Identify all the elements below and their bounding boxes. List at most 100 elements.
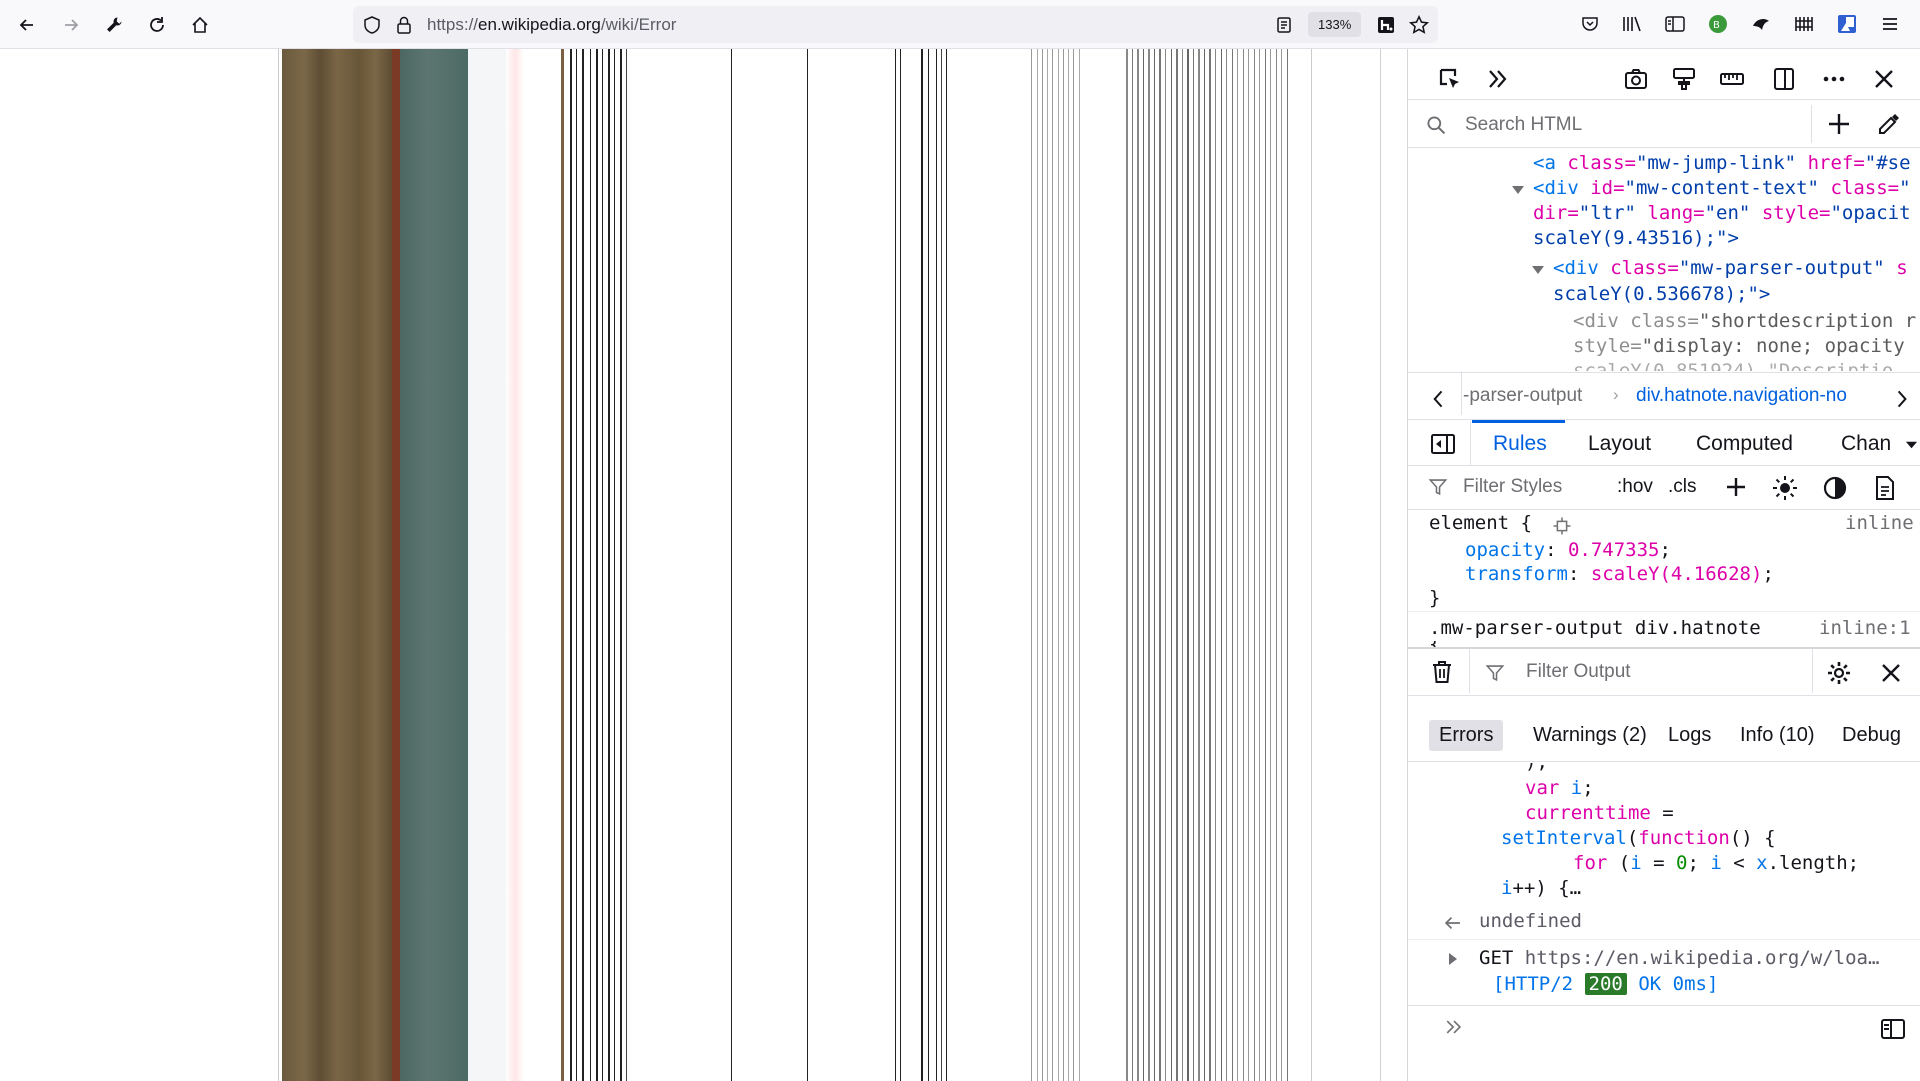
extension-grid-icon[interactable] <box>1792 12 1816 36</box>
screenshot-button[interactable] <box>1618 61 1654 97</box>
wrench-icon <box>107 17 122 32</box>
print-media-button[interactable] <box>1870 473 1900 503</box>
extension-green-badge-icon[interactable]: B <box>1706 12 1730 36</box>
rule-close: } <box>1429 587 1441 609</box>
page-image-stripe-red <box>392 49 400 1081</box>
filter-debug[interactable]: Debug <box>1832 720 1911 751</box>
search-html-input[interactable]: Search HTML <box>1465 114 1582 136</box>
console-result: undefined <box>1479 910 1582 932</box>
rule-source[interactable]: inline:1 <box>1819 617 1911 639</box>
dock-side-button[interactable] <box>1766 61 1802 97</box>
filter-logs[interactable]: Logs <box>1658 720 1721 751</box>
lock-icon[interactable] <box>393 14 415 36</box>
devtools-options-button[interactable] <box>1816 61 1852 97</box>
side-pane-icon <box>1431 434 1455 454</box>
arrow-left-icon <box>19 19 33 31</box>
element-picker-button[interactable] <box>1432 61 1468 97</box>
eyedropper-button[interactable] <box>1874 109 1904 139</box>
console-input[interactable] <box>1478 1011 1858 1043</box>
tab-layout[interactable]: Layout <box>1588 432 1651 456</box>
url-text[interactable]: https://en.wikipedia.org/wiki/Error <box>427 15 676 35</box>
paint-icon <box>1673 68 1695 90</box>
class-toggle[interactable]: .cls <box>1668 476 1697 498</box>
markup-line[interactable]: scaleY(9.43516);"> <box>1533 227 1739 249</box>
expand-triangle-icon[interactable] <box>1531 263 1545 277</box>
declaration-opacity[interactable]: opacity: 0.747335; <box>1465 539 1671 561</box>
breadcrumb-scroll-left-button[interactable] <box>1426 386 1452 412</box>
markup-line[interactable]: dir="ltr" lang="en" style="opacit <box>1533 202 1911 224</box>
tools-button[interactable] <box>97 8 131 42</box>
clear-console-button[interactable] <box>1427 657 1457 687</box>
declaration-transform[interactable]: transform: scaleY(4.16628); <box>1465 563 1774 585</box>
rule-source[interactable]: inline <box>1845 512 1914 534</box>
expand-request-triangle-icon[interactable] <box>1444 950 1462 968</box>
back-button[interactable] <box>10 8 44 42</box>
url-bar[interactable]: https://en.wikipedia.org/wiki/Error 133% <box>353 6 1438 43</box>
library-icon[interactable] <box>1620 12 1644 36</box>
paren: ( <box>1626 827 1639 849</box>
reader-view-icon[interactable] <box>1273 14 1295 36</box>
close-split-console-button[interactable] <box>1876 658 1906 688</box>
network-request[interactable]: GET https://en.wikipedia.org/w/loa… <box>1479 947 1879 969</box>
shield-icon[interactable] <box>361 14 383 36</box>
pick-element-icon <box>1439 68 1459 88</box>
filter-info[interactable]: Info (10) <box>1730 720 1824 751</box>
extension-blue-icon[interactable] <box>1835 12 1859 36</box>
code-line: currenttime = <box>1525 802 1674 824</box>
dark-color-scheme-button[interactable] <box>1820 473 1850 503</box>
tab-computed[interactable]: Computed <box>1696 432 1793 456</box>
close-devtools-button[interactable] <box>1866 61 1902 97</box>
markup-line[interactable]: <div id="mw-content-text" class=" <box>1533 177 1911 199</box>
zoom-level-button[interactable]: 133% <box>1308 12 1362 37</box>
request-url[interactable]: https://en.wikipedia.org/w/loa… <box>1525 947 1880 969</box>
markup-line[interactable]: style="display: none; opacity <box>1573 335 1905 357</box>
filter-errors[interactable]: Errors <box>1429 720 1504 751</box>
reload-button[interactable] <box>140 8 174 42</box>
more-tools-button[interactable] <box>1480 61 1516 97</box>
sidebar-icon[interactable] <box>1663 12 1687 36</box>
toggle-side-pane-button[interactable] <box>1428 429 1458 459</box>
rule-selector[interactable]: .mw-parser-output div.hatnote <box>1429 617 1761 639</box>
filter-warnings[interactable]: Warnings (2) <box>1523 720 1657 751</box>
add-node-button[interactable] <box>1824 109 1854 139</box>
rule-selector[interactable]: element { <box>1429 512 1532 534</box>
console-settings-button[interactable] <box>1824 658 1854 688</box>
filter-output-input[interactable]: Filter Output <box>1526 661 1631 683</box>
markup-line[interactable]: scaleY(0.536678);"> <box>1553 283 1770 305</box>
tab-changes[interactable]: Chan <box>1841 432 1891 456</box>
toggle-editor-button[interactable] <box>1878 1014 1908 1044</box>
hover-pseudo-class-toggle[interactable]: :hov <box>1617 476 1653 498</box>
highlight-element-icon[interactable] <box>1550 514 1574 538</box>
divider <box>1812 649 1813 693</box>
filter-styles-input[interactable]: Filter Styles <box>1463 476 1562 498</box>
breadcrumb-item-selected[interactable]: div.hatnote.navigation-no <box>1636 385 1884 407</box>
home-button[interactable] <box>183 8 217 42</box>
breadcrumb-item[interactable]: -parser-output <box>1463 385 1582 407</box>
filter-icon <box>1484 662 1506 684</box>
status-badge: 200 <box>1584 973 1627 995</box>
splitter[interactable] <box>1408 647 1920 649</box>
forward-button[interactable] <box>54 8 88 42</box>
page-stripe-pink <box>506 49 524 1081</box>
markup-line[interactable]: scaleY(0.851924) "Descriptio <box>1573 360 1893 371</box>
star-bookmark-icon[interactable] <box>1408 14 1430 36</box>
ruler-button[interactable] <box>1714 61 1750 97</box>
url-path: /wiki/Error <box>600 15 677 34</box>
markup-line[interactable]: <a class="mw-jump-link" href="#se <box>1533 152 1911 174</box>
tab-rules[interactable]: Rules <box>1493 432 1547 456</box>
expand-triangle-icon[interactable] <box>1511 183 1525 197</box>
page-viewport[interactable] <box>0 49 1407 1081</box>
pocket-icon[interactable] <box>1578 12 1602 36</box>
paint-flashing-button[interactable] <box>1666 61 1702 97</box>
light-color-scheme-button[interactable] <box>1770 473 1800 503</box>
add-rule-button[interactable] <box>1722 473 1750 501</box>
markup-line[interactable]: <div class="mw-parser-output" s <box>1553 257 1908 279</box>
extension-bird-icon[interactable] <box>1749 12 1773 36</box>
honey-extension-icon[interactable] <box>1375 14 1397 36</box>
markup-line[interactable]: <div class="shortdescription r <box>1573 310 1916 332</box>
menu-hamburger-icon[interactable] <box>1878 12 1902 36</box>
tabs-overflow-dropdown[interactable] <box>1902 435 1920 453</box>
divider <box>1469 649 1470 693</box>
more-horizontal-icon <box>1823 76 1845 82</box>
breadcrumb-scroll-right-button[interactable] <box>1889 386 1915 412</box>
